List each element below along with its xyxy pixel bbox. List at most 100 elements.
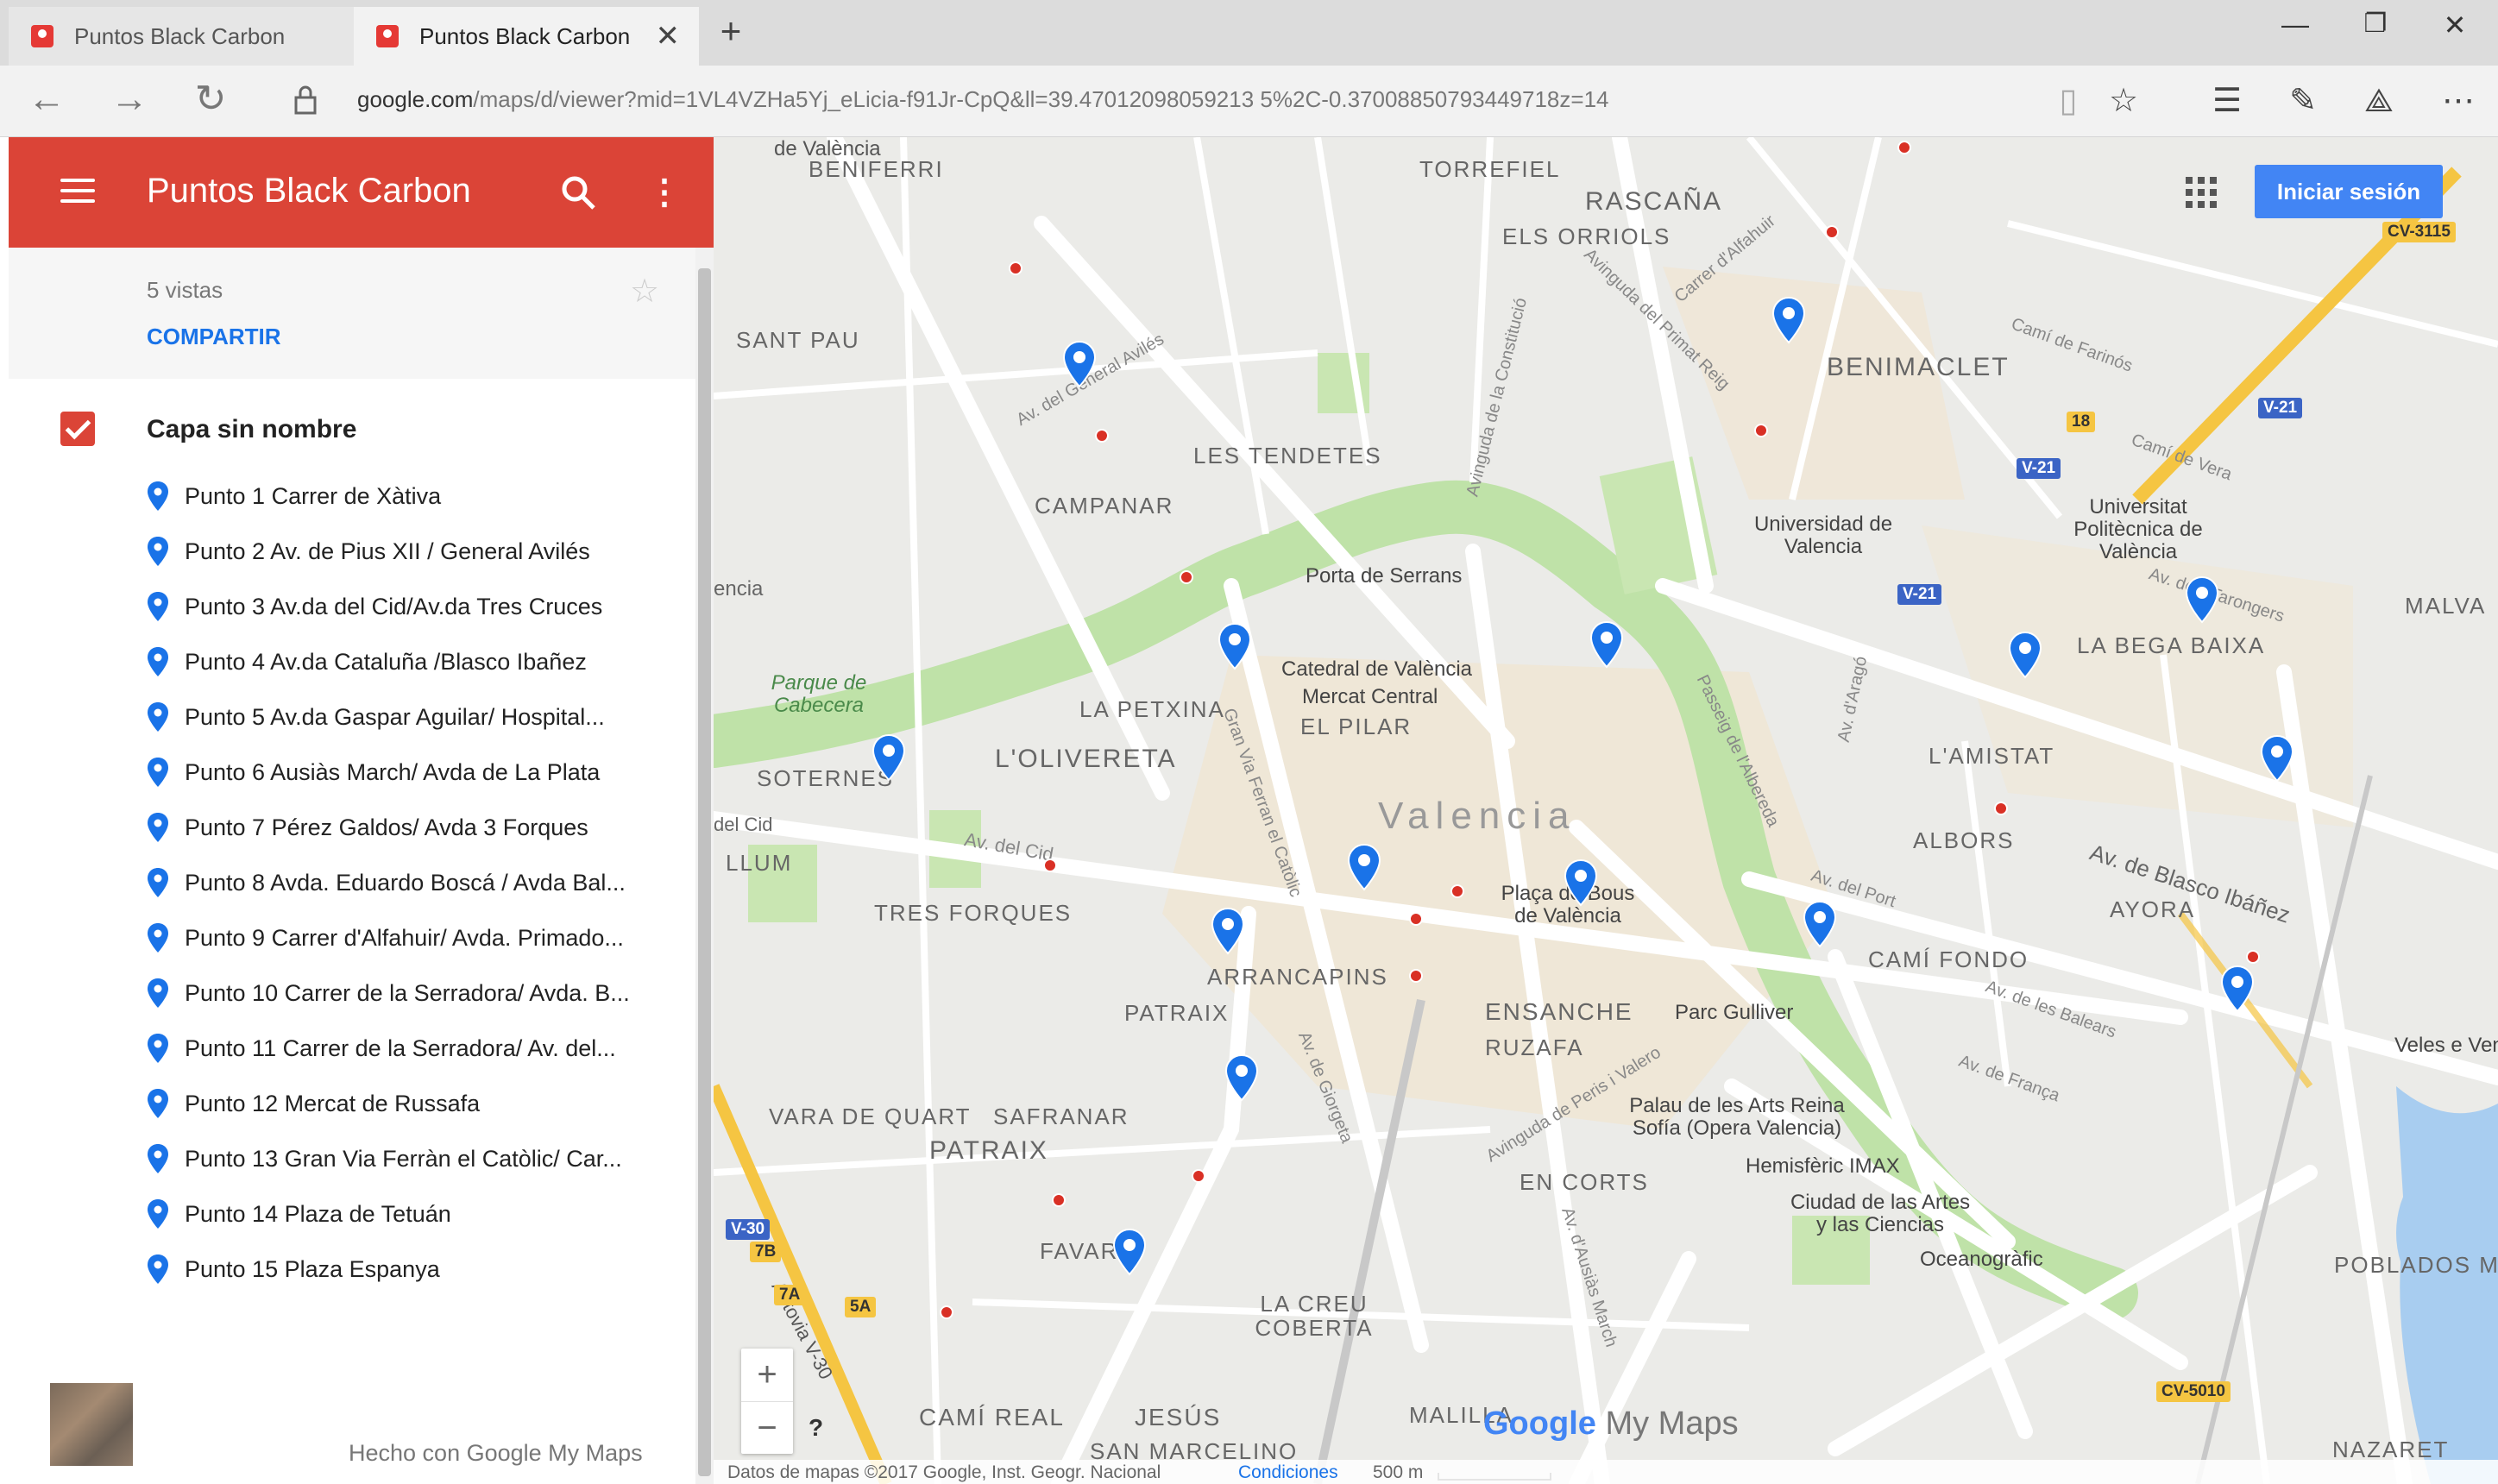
poi-palau-de-les-arts[interactable]: Palau de les Arts Reina Sofía (Opera Val… xyxy=(1625,1095,1849,1140)
back-arrow-icon[interactable]: ← xyxy=(21,78,72,121)
url-field[interactable]: google.com/maps/d/viewer?mid=1VL4VZHa5Yj… xyxy=(357,86,1609,113)
map-canvas[interactable]: de València BENIFERRI TORREFIEL RASCAÑA … xyxy=(714,137,2498,1484)
road-shield-v21: V-21 xyxy=(2258,398,2303,418)
road-shield-v21: V-21 xyxy=(2017,458,2061,479)
poi-catedral[interactable]: Catedral de València xyxy=(1281,658,1472,681)
point-list-item[interactable]: Punto 2 Av. de Pius XII / General Avilés xyxy=(147,524,682,579)
label-benimaclet: BENIMACLET xyxy=(1827,353,2010,381)
more-actions-icon[interactable]: ⋯ xyxy=(2435,79,2482,123)
share-link[interactable]: COMPARTIR xyxy=(147,324,281,350)
map-pin-icon[interactable] xyxy=(1771,296,1806,344)
share-icon[interactable]: ⟁ xyxy=(2356,79,2402,123)
browser-tab-active[interactable]: Puntos Black Carbon ✕ xyxy=(354,7,699,66)
sign-in-button[interactable]: Iniciar sesión xyxy=(2255,165,2443,218)
map-pin-icon[interactable] xyxy=(2220,965,2255,1013)
point-label: Punto 8 Avda. Eduardo Boscá / Avda Bal..… xyxy=(185,869,626,896)
point-list-item[interactable]: Punto 11 Carrer de la Serradora/ Av. del… xyxy=(147,1021,682,1076)
zoom-out-button[interactable]: − xyxy=(741,1402,793,1455)
reading-view-icon[interactable]: ▯ xyxy=(2045,79,2092,123)
poi-porta-de-serrans[interactable]: Porta de Serrans xyxy=(1306,565,1462,588)
poi-veles-e-vents[interactable]: Veles e Ven xyxy=(2394,1034,2498,1057)
map-pin-icon[interactable] xyxy=(1224,1053,1259,1102)
map-pin-icon[interactable] xyxy=(1218,622,1252,670)
apps-grid-icon[interactable] xyxy=(2186,177,2217,208)
web-note-icon[interactable]: ✎ xyxy=(2280,79,2326,123)
panel-scrollbar[interactable] xyxy=(695,248,714,1484)
refresh-icon[interactable]: ↻ xyxy=(185,78,236,121)
point-list-item[interactable]: Punto 5 Av.da Gaspar Aguilar/ Hospital..… xyxy=(147,689,682,745)
star-icon[interactable]: ☆ xyxy=(630,272,659,311)
location-pin-icon xyxy=(148,702,168,732)
map-pin-icon[interactable] xyxy=(2185,575,2219,624)
poi-parc-gulliver[interactable]: Parc Gulliver xyxy=(1675,1002,1793,1024)
label-loliveretta: L'OLIVERETA xyxy=(995,745,1177,773)
label-malva: MALVA xyxy=(2405,593,2487,619)
road-shield-7a: 7A xyxy=(774,1285,806,1305)
layer-checkbox[interactable] xyxy=(60,412,95,446)
map-pin-icon[interactable] xyxy=(1211,907,1245,955)
points-list: Punto 1 Carrer de Xàtiva Punto 2 Av. de P… xyxy=(147,468,682,1297)
poi-ciudad-de-las-artes[interactable]: Ciudad de las Artes y las Ciencias xyxy=(1785,1192,1975,1236)
poi-parque-de-cabecera[interactable]: Parque de Cabecera xyxy=(758,672,879,717)
point-list-item[interactable]: Punto 15 Plaza Espanya xyxy=(147,1242,682,1297)
point-list-item[interactable]: Punto 9 Carrer d'Alfahuir/ Avda. Primado… xyxy=(147,910,682,965)
hamburger-menu-icon[interactable] xyxy=(60,179,95,210)
point-label: Punto 1 Carrer de Xàtiva xyxy=(185,482,442,509)
point-list-item[interactable]: Punto 3 Av.da del Cid/Av.da Tres Cruces xyxy=(147,579,682,634)
map-pin-icon[interactable] xyxy=(1347,843,1381,891)
poi-upv[interactable]: Universitat Politècnica de València xyxy=(2056,496,2220,563)
poi-hemisferic[interactable]: Hemisfèric IMAX xyxy=(1746,1155,1900,1178)
restore-icon[interactable]: ❐ xyxy=(2345,9,2406,39)
point-label: Punto 10 Carrer de la Serradora/ Avda. B… xyxy=(185,979,630,1006)
map-pin-icon[interactable] xyxy=(2008,631,2042,679)
road-shield-18: 18 xyxy=(2067,412,2096,432)
zoom-in-button[interactable]: + xyxy=(741,1349,793,1402)
label-els-orriols: ELS ORRIOLS xyxy=(1502,223,1671,249)
close-tab-icon[interactable]: ✕ xyxy=(656,19,681,53)
map-pin-icon[interactable] xyxy=(1589,620,1624,669)
label-beniferri: BENIFERRI xyxy=(809,156,944,182)
point-list-item[interactable]: Punto 12 Mercat de Russafa xyxy=(147,1076,682,1131)
point-label: Punto 11 Carrer de la Serradora/ Av. del… xyxy=(185,1034,616,1061)
label-albors: ALBORS xyxy=(1913,827,2015,853)
point-list-item[interactable]: Punto 8 Avda. Eduardo Boscá / Avda Bal..… xyxy=(147,855,682,910)
map-info: 5 vistas COMPARTIR ☆ xyxy=(9,248,714,379)
map-pin-icon[interactable] xyxy=(1564,858,1598,907)
poi-mercat-central[interactable]: Mercat Central xyxy=(1302,686,1438,708)
label-patraix-north: PATRAIX xyxy=(1124,1000,1230,1026)
minimize-icon[interactable]: — xyxy=(2265,9,2325,41)
map-pin-icon[interactable] xyxy=(2260,734,2294,783)
point-list-item[interactable]: Punto 13 Gran Via Ferràn el Catòlic/ Car… xyxy=(147,1131,682,1186)
map-pin-icon[interactable] xyxy=(1062,340,1097,388)
search-icon[interactable] xyxy=(557,172,599,213)
label-la-bega-baixa: LA BEGA BAIXA xyxy=(2077,632,2266,658)
label-patraix: PATRAIX xyxy=(929,1136,1048,1165)
new-tab-button[interactable]: + xyxy=(709,10,752,52)
help-icon[interactable]: ? xyxy=(809,1414,823,1442)
point-list-item[interactable]: Punto 7 Pérez Galdos/ Avda 3 Forques xyxy=(147,800,682,855)
label-jesus: JESÚS xyxy=(1135,1404,1222,1431)
map-pin-icon[interactable] xyxy=(1803,900,1837,948)
point-list-item[interactable]: Punto 14 Plaza de Tetuán xyxy=(147,1186,682,1242)
poi-oceanografic[interactable]: Oceanogràfic xyxy=(1920,1248,2043,1271)
poi-universidad[interactable]: Universidad de Valencia xyxy=(1746,513,1901,558)
forward-arrow-icon[interactable]: → xyxy=(104,78,155,121)
window-close-icon[interactable]: ✕ xyxy=(2425,9,2485,41)
terms-link[interactable]: Condiciones xyxy=(1238,1462,1338,1483)
point-list-item[interactable]: Punto 10 Carrer de la Serradora/ Avda. B… xyxy=(147,965,682,1021)
point-list-item[interactable]: Punto 6 Ausiàs March/ Avda de La Plata xyxy=(147,745,682,800)
label-vara-de-quart: VARA DE QUART xyxy=(769,1104,972,1129)
label-safranar: SAFRANAR xyxy=(993,1104,1129,1129)
road-shield-cv3115: CV-3115 xyxy=(2382,222,2456,242)
map-footer: Datos de mapas ©2017 Google, Inst. Geogr… xyxy=(714,1460,2498,1484)
favorite-star-icon[interactable]: ☆ xyxy=(2100,79,2147,123)
point-list-item[interactable]: Punto 1 Carrer de Xàtiva xyxy=(147,468,682,524)
point-list-item[interactable]: Punto 4 Av.da Cataluña /Blasco Ibañez xyxy=(147,634,682,689)
map-pin-icon[interactable] xyxy=(871,733,906,782)
map-pin-icon[interactable] xyxy=(1112,1228,1147,1276)
browser-tab-inactive[interactable]: Puntos Black Carbon xyxy=(9,7,354,66)
map-data-attribution: Datos de mapas ©2017 Google, Inst. Geogr… xyxy=(727,1462,1161,1482)
more-options-icon[interactable]: ⋮ xyxy=(647,172,682,213)
hub-icon[interactable]: ☰ xyxy=(2204,79,2250,123)
basemap-thumbnail[interactable] xyxy=(50,1383,133,1466)
